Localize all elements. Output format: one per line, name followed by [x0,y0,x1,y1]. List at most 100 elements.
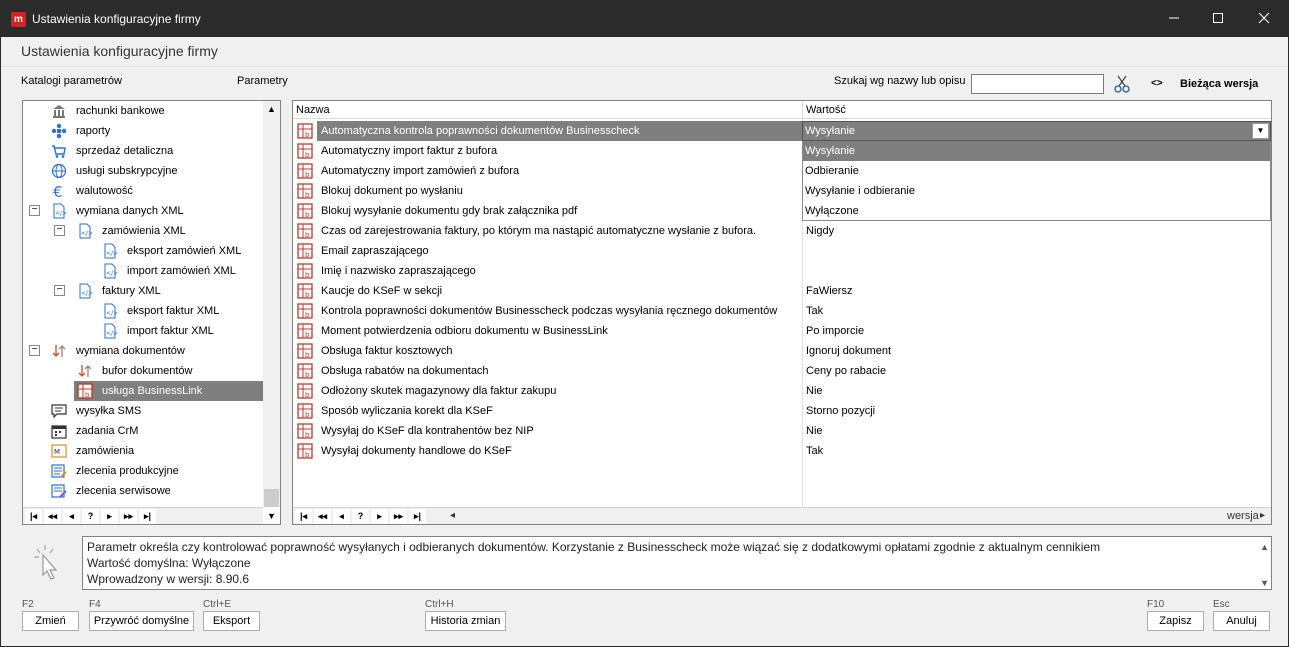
nav-button[interactable]: ▸▸ [390,509,407,524]
table-row[interactable]: b Kontrola poprawności dokumentów Busines… [293,301,1271,321]
collapse-toggle[interactable]: − [29,205,40,216]
tree-item[interactable]: wysyłka SMS [23,401,263,421]
tree-item[interactable]: − </> faktury XML [23,281,263,301]
tree-item[interactable]: </> import zamówień XML [23,261,263,281]
chevron-down-icon[interactable]: ▼ [1252,123,1269,139]
parameter-name: Odłożony skutek magazynowy dla faktur za… [321,385,557,397]
table-row[interactable]: b Odłożony skutek magazynowy dla faktur z… [293,381,1271,401]
nav-button[interactable]: ◂ [63,509,80,524]
tree-item[interactable]: Mzamówienia [23,441,263,461]
collapse-toggle[interactable]: − [54,225,65,236]
version-toggle-button[interactable]: <> [1151,78,1163,89]
dropdown-option[interactable]: Wysyłanie i odbieranie [803,181,1270,201]
nav-button[interactable]: ? [82,509,99,524]
collapse-toggle[interactable]: − [29,345,40,356]
tree-item[interactable]: € walutowość [23,181,263,201]
desc-scroll-up-icon[interactable]: ▲ [1260,539,1269,555]
parameter-value[interactable]: Tak [806,301,823,321]
parameter-value[interactable]: Storno pozycji [806,401,875,421]
title-bar[interactable]: m Ustawienia konfiguracyjne firmy [1,1,1288,37]
nav-button[interactable]: ▸ [371,509,388,524]
svg-text:</>: </> [106,270,118,277]
nav-button[interactable]: ◂◂ [314,509,331,524]
history-button[interactable]: Historia zmian [425,611,506,631]
change-button[interactable]: Zmień [22,611,79,631]
clear-search-button[interactable] [1113,75,1131,93]
scroll-thumb[interactable] [264,489,279,507]
xml-file-icon: </> [102,323,118,339]
table-row[interactable]: b Kaucje do KSeF w sekcji FaWiersz [293,281,1271,301]
parameter-value[interactable]: Ceny po rabacie [806,361,886,381]
table-row[interactable]: b Obsługa rabatów na dokumentach Ceny po r… [293,361,1271,381]
tree-item[interactable]: raporty [23,121,263,141]
tree-item[interactable]: bufor dokumentów [23,361,263,381]
parameter-value[interactable]: FaWiersz [806,281,852,301]
column-header-name[interactable]: Nazwa [293,101,803,119]
minimize-button[interactable] [1151,1,1197,37]
tree-item[interactable]: rachunki bankowe [23,101,263,121]
tree-item[interactable]: zadania CrM [23,421,263,441]
tree-item[interactable]: − wymiana dokumentów [23,341,263,361]
dropdown-option[interactable]: Odbieranie [803,161,1270,181]
nav-button[interactable]: ◂ [333,509,350,524]
collapse-toggle[interactable]: − [54,285,65,296]
tree-item[interactable]: usługi subskrypcyjne [23,161,263,181]
close-button[interactable] [1241,1,1287,37]
table-row[interactable]: b Imię i nazwisko zapraszającego [293,261,1271,281]
catalog-tree[interactable]: rachunki bankowe raporty sprzedaż detalicz… [22,100,281,525]
tree-item[interactable]: </> import faktur XML [23,321,263,341]
tree-item[interactable]: zlecenia produkcyjne [23,461,263,481]
parameter-icon: b [297,243,313,259]
parameter-value[interactable]: Nie [806,421,823,441]
save-button[interactable]: Zapisz [1147,611,1204,631]
scroll-right-icon[interactable]: ▸ [1260,510,1265,521]
tree-scrollbar[interactable]: ▲ [263,101,280,507]
export-shortcut: Ctrl+E [203,599,232,610]
restore-defaults-button[interactable]: Przywróć domyślne [89,611,194,631]
tree-item[interactable]: b usługa BusinessLink [74,381,263,401]
table-row[interactable]: b Email zapraszającego [293,241,1271,261]
dropdown-option[interactable]: Wysyłanie [803,141,1270,161]
scroll-left-icon[interactable]: ◂ [450,510,455,521]
tree-item[interactable]: zlecenia serwisowe [23,481,263,501]
nav-button[interactable]: ▸ [101,509,118,524]
tree-item[interactable]: sprzedaż detaliczna [23,141,263,161]
nav-button[interactable]: ▸▸ [120,509,137,524]
search-input[interactable] [971,74,1104,94]
tree-item-label: bufor dokumentów [102,365,193,377]
tree-item[interactable]: − </> zamówienia XML [23,221,263,241]
nav-button[interactable]: ? [352,509,369,524]
restore-shortcut: F4 [89,599,101,610]
export-button[interactable]: Eksport [203,611,260,631]
nav-button[interactable]: ▸| [409,509,426,524]
tree-item[interactable]: </> eksport faktur XML [23,301,263,321]
parameter-value[interactable]: Nigdy [806,221,834,241]
parameter-value[interactable]: Tak [806,441,823,461]
column-header-value[interactable]: Wartość [803,101,1271,119]
nav-button[interactable]: ▸| [139,509,156,524]
value-dropdown[interactable]: Wysyłanie ▼ [802,121,1271,141]
table-row[interactable]: b Obsługa faktur kosztowych Ignoruj dokume… [293,341,1271,361]
tree-item[interactable]: </> eksport zamówień XML [23,241,263,261]
table-row[interactable]: b Czas od zarejestrowania faktury, po któ… [293,221,1271,241]
table-row[interactable]: b Moment potwierdzenia odbioru dokumentu … [293,321,1271,341]
table-row[interactable]: b Wysyłaj do KSeF dla kontrahentów bez NI… [293,421,1271,441]
table-row[interactable]: b Sposób wyliczania korekt dla KSeF Storno… [293,401,1271,421]
tree-item[interactable]: − </> wymiana danych XML [23,201,263,221]
dropdown-options-list[interactable]: Wysyłanie Odbieranie Wysyłanie i odbierani… [802,141,1271,221]
table-row[interactable]: b Wysyłaj dokumenty handlowe do KSeF Tak [293,441,1271,461]
parameter-value[interactable]: Po imporcie [806,321,864,341]
nav-button[interactable]: ◂◂ [44,509,61,524]
desc-scroll-down-icon[interactable]: ▼ [1260,575,1269,591]
current-version-label[interactable]: Bieżąca wersja [1180,78,1258,90]
dropdown-option[interactable]: Wyłączone [803,201,1270,221]
nav-button[interactable]: |◂ [25,509,42,524]
parameter-value[interactable]: Nie [806,381,823,401]
cancel-button[interactable]: Anuluj [1213,611,1270,631]
nav-button[interactable]: |◂ [295,509,312,524]
search-label: Szukaj wg nazwy lub opisu [834,75,966,87]
maximize-button[interactable] [1195,1,1241,37]
scroll-down-icon[interactable]: ▼ [267,511,276,521]
parameter-value[interactable]: Ignoruj dokument [806,341,891,361]
scroll-up-icon[interactable]: ▲ [267,104,276,114]
